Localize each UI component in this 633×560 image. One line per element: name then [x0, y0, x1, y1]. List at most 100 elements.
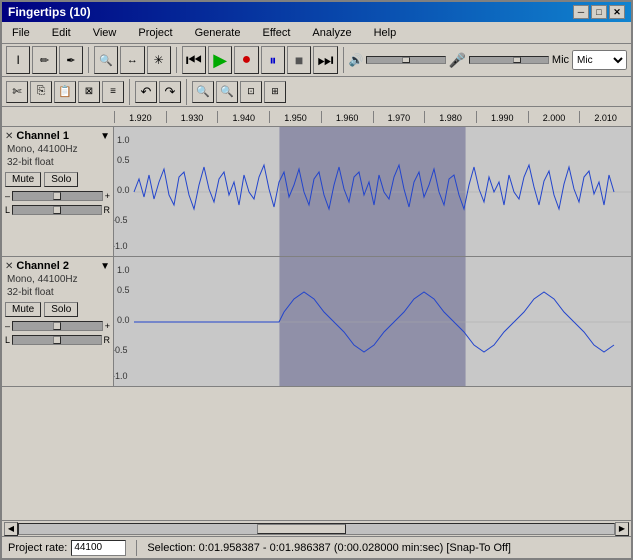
track-1-info2: 32-bit float [7, 157, 110, 168]
project-rate-input[interactable] [71, 540, 126, 556]
timeline-mark-4: 1.960 [321, 111, 373, 123]
record-button[interactable]: ● [234, 46, 258, 74]
h-scrollbar-area: ◀ ▶ [2, 520, 631, 536]
track-1-pan-slider[interactable] [12, 205, 101, 215]
menu-file[interactable]: File [6, 25, 36, 41]
svg-text:0.0: 0.0 [117, 185, 130, 195]
menu-view[interactable]: View [87, 25, 123, 41]
track-2-name: Channel 2 [16, 260, 97, 272]
track-2-info2: 32-bit float [7, 287, 110, 298]
track-2-waveform-svg: 1.0 0.5 0.0 -0.5 -1.0 [114, 257, 631, 386]
maximize-button[interactable]: □ [591, 5, 607, 19]
ffwd-button[interactable]: ⏭ [313, 46, 337, 74]
stop-button[interactable]: ■ [287, 46, 311, 74]
menu-help[interactable]: Help [368, 25, 403, 41]
mic-select-dropdown[interactable]: Mic [572, 50, 627, 70]
trim-tool-button[interactable]: ↔ [120, 46, 144, 74]
zoom-sel-button[interactable]: ⊡ [240, 81, 262, 103]
select-tool-button[interactable]: I [6, 46, 30, 74]
track-1-info1: Mono, 44100Hz [7, 144, 110, 155]
track-2-pan-slider[interactable] [12, 335, 101, 345]
timeline-mark-8: 2.000 [528, 111, 580, 123]
svg-text:1.0: 1.0 [117, 135, 130, 145]
menu-generate[interactable]: Generate [189, 25, 247, 41]
redo-button[interactable]: ↷ [159, 81, 181, 103]
track-1-pan-right: R [104, 205, 111, 215]
status-divider-1 [136, 540, 137, 556]
timeline-ruler: 1.920 1.930 1.940 1.950 1.960 1.970 1.98… [2, 107, 631, 127]
timeline-mark-9: 2.010 [579, 111, 631, 123]
zoom-out-button[interactable]: 🔍 [216, 81, 238, 103]
timeline-mark-7: 1.990 [476, 111, 528, 123]
track-2-close-button[interactable]: ✕ [5, 261, 13, 272]
track-2-solo-button[interactable]: Solo [44, 302, 78, 317]
track-1-mute-button[interactable]: Mute [5, 172, 41, 187]
title-bar-buttons: ─ □ ✕ [573, 5, 625, 19]
title-bar: Fingertips (10) ─ □ ✕ [2, 2, 631, 22]
rewind-button[interactable]: ⏮ [182, 46, 206, 74]
zoom-in-button[interactable]: 🔍 [192, 81, 214, 103]
main-window: Fingertips (10) ─ □ ✕ File Edit View Pro… [0, 0, 633, 560]
volume-control: 🔊 [349, 53, 447, 67]
timeline-mark-6: 1.980 [424, 111, 476, 123]
scroll-right-button[interactable]: ▶ [615, 522, 629, 536]
track-1-vol-minus: – [5, 191, 10, 201]
project-rate-section: Project rate: [8, 540, 126, 556]
edit-sep-2 [186, 79, 187, 105]
cut-button[interactable]: ✄ [6, 81, 28, 103]
track-2-volume-slider[interactable] [12, 321, 103, 331]
scroll-left-button[interactable]: ◀ [4, 522, 18, 536]
track-2-info1: Mono, 44100Hz [7, 274, 110, 285]
timeline-marks: 1.920 1.930 1.940 1.950 1.960 1.970 1.98… [114, 111, 631, 123]
volume-slider[interactable] [366, 56, 446, 64]
track-1-volume-slider[interactable] [12, 191, 103, 201]
minimize-button[interactable]: ─ [573, 5, 589, 19]
menu-edit[interactable]: Edit [46, 25, 77, 41]
menu-effect[interactable]: Effect [256, 25, 296, 41]
track-2: ✕ Channel 2 ▼ Mono, 44100Hz 32-bit float… [2, 257, 631, 387]
paste-button[interactable]: 📋 [54, 81, 76, 103]
track-1-waveform[interactable]: 1.0 0.5 0.0 -0.5 -1.0 [114, 127, 631, 256]
track-1-header: ✕ Channel 1 ▼ Mono, 44100Hz 32-bit float… [2, 127, 114, 256]
envelope-tool-button[interactable]: ✏ [32, 46, 56, 74]
zoom-fit-button[interactable]: ⊞ [264, 81, 286, 103]
track-2-mute-button[interactable]: Mute [5, 302, 41, 317]
draw-tool-button[interactable]: ✒ [59, 46, 83, 74]
track-2-waveform[interactable]: 1.0 0.5 0.0 -0.5 -1.0 [114, 257, 631, 386]
track-1-vol-plus: + [105, 191, 110, 201]
transport-toolbar: I ✏ ✒ 🔍 ↔ ✳ ⏮ ▶ ● ⏸ ■ ⏭ 🔊 🎤 Mic [2, 44, 631, 77]
menu-project[interactable]: Project [132, 25, 178, 41]
zoom-tool-button[interactable]: 🔍 [94, 46, 118, 74]
close-button[interactable]: ✕ [609, 5, 625, 19]
svg-text:1.0: 1.0 [117, 265, 130, 275]
menu-analyze[interactable]: Analyze [306, 25, 357, 41]
track-1-solo-button[interactable]: Solo [44, 172, 78, 187]
silence-button[interactable]: ≡ [102, 81, 124, 103]
trim-button[interactable]: ⊠ [78, 81, 100, 103]
track-1-volume-row: – + [5, 191, 110, 201]
track-1-controls: Mute Solo [5, 172, 110, 187]
svg-text:0.5: 0.5 [117, 155, 130, 165]
svg-text:-1.0: -1.0 [114, 371, 128, 381]
multi-tool-button[interactable]: ✳ [147, 46, 171, 74]
track-1-title-row: ✕ Channel 1 ▼ [5, 130, 110, 142]
copy-button[interactable]: ⎘ [30, 81, 52, 103]
h-scrollbar-thumb[interactable] [257, 524, 346, 534]
window-title: Fingertips (10) [8, 5, 91, 19]
track-1-dropdown-icon[interactable]: ▼ [100, 131, 110, 142]
track-2-pan-right: R [104, 335, 111, 345]
track-2-pan-row: L R [5, 335, 110, 345]
undo-button[interactable]: ↶ [135, 81, 157, 103]
mic-icon: 🎤 [448, 52, 465, 69]
timeline-mark-1: 1.930 [166, 111, 218, 123]
track-2-vol-plus: + [105, 321, 110, 331]
play-button[interactable]: ▶ [208, 46, 232, 74]
toolbar-sep-2 [176, 47, 177, 73]
h-scrollbar-track[interactable] [18, 523, 615, 535]
input-level-slider[interactable] [469, 56, 549, 64]
track-1-close-button[interactable]: ✕ [5, 131, 13, 142]
tracks-area: ✕ Channel 1 ▼ Mono, 44100Hz 32-bit float… [2, 127, 631, 520]
track-2-dropdown-icon[interactable]: ▼ [100, 261, 110, 272]
track-1: ✕ Channel 1 ▼ Mono, 44100Hz 32-bit float… [2, 127, 631, 257]
pause-button[interactable]: ⏸ [261, 46, 285, 74]
